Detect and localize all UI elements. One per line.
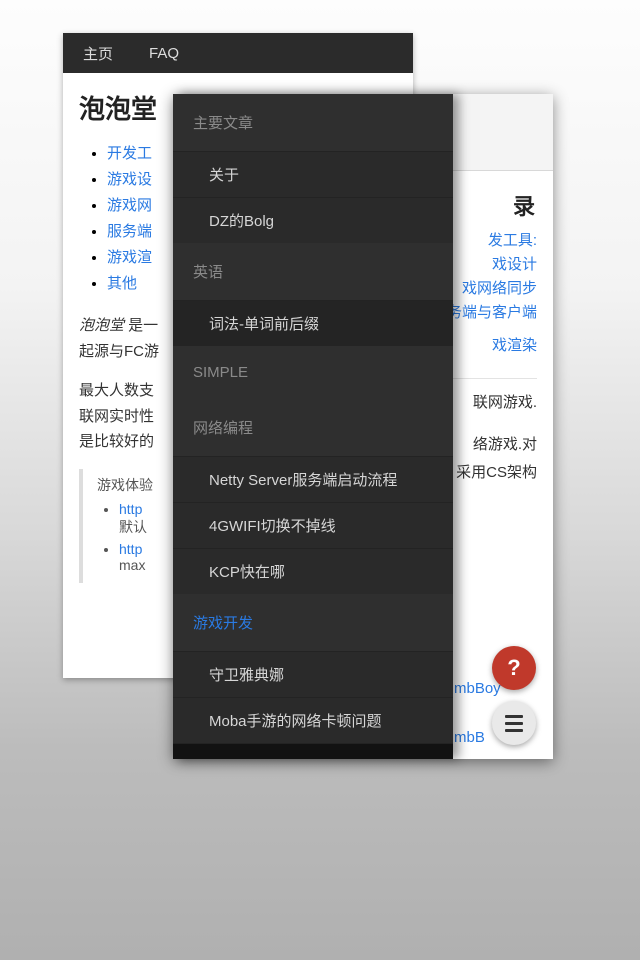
bq-title: 游戏体验: [97, 477, 153, 493]
toc-link[interactable]: 游戏网: [107, 197, 152, 214]
drawer-section-main: 主要文章: [173, 94, 453, 151]
text: 络游戏.对: [473, 436, 537, 453]
toc-link[interactable]: 服务端: [107, 223, 152, 240]
drawer-item-netty[interactable]: Netty Server服务端启动流程: [173, 456, 453, 502]
bq-link[interactable]: http: [119, 501, 142, 517]
nav-faq[interactable]: FAQ: [149, 45, 179, 62]
question-icon: ?: [507, 655, 520, 681]
front-toc-link[interactable]: 戏网络同步: [462, 280, 537, 297]
drawer-item-paopaotang[interactable]: 泡泡堂: [173, 743, 453, 759]
toc-link[interactable]: 其他: [107, 275, 137, 292]
text: 最大人数支: [79, 382, 154, 399]
emphasis: 泡泡堂: [79, 317, 128, 334]
text: 采用CS架构: [456, 464, 537, 481]
drawer-section-gamedev: 游戏开发: [173, 594, 453, 651]
hamburger-icon: [505, 729, 523, 732]
drawer-item-moba[interactable]: Moba手游的网络卡顿问题: [173, 697, 453, 743]
drawer-item-athena[interactable]: 守卫雅典娜: [173, 651, 453, 697]
drawer-section-network: 网络编程: [173, 399, 453, 456]
front-toc-link[interactable]: 发工具:: [488, 232, 537, 249]
text: 是比较好的: [79, 433, 154, 450]
text: 是一: [128, 317, 158, 334]
text: 联网实时性: [79, 408, 154, 425]
drawer-item-about[interactable]: 关于: [173, 151, 453, 197]
drawer-item-dzblog[interactable]: DZ的Bolg: [173, 197, 453, 243]
drawer-item-word-affix[interactable]: 词法-单词前后缀: [173, 300, 453, 346]
drawer-item-kcp[interactable]: KCP快在哪: [173, 548, 453, 594]
drawer-section-simple: SIMPLE: [173, 346, 453, 399]
hamburger-icon: [505, 722, 523, 725]
help-fab[interactable]: ?: [492, 646, 536, 690]
bq-link[interactable]: http: [119, 541, 142, 557]
drawer-item-4gwifi[interactable]: 4GWIFI切换不掉线: [173, 502, 453, 548]
toc-link[interactable]: 游戏渲: [107, 249, 152, 266]
front-toc-link[interactable]: 务端与客户端: [447, 304, 537, 321]
toc-link[interactable]: 游戏设: [107, 171, 152, 188]
link-snippet[interactable]: mbB: [454, 729, 485, 746]
back-nav: 主页 FAQ: [63, 33, 413, 73]
hamburger-icon: [505, 715, 523, 718]
sidebar-drawer: 主要文章 关于 DZ的Bolg 英语 词法-单词前后缀 SIMPLE 网络编程 …: [173, 94, 453, 759]
link-snippet[interactable]: mbBoy: [454, 680, 501, 697]
front-toc-link[interactable]: 戏设计: [492, 256, 537, 273]
toc-link[interactable]: 开发工: [107, 145, 152, 162]
front-toc-link[interactable]: 戏渲染: [492, 337, 537, 354]
nav-home[interactable]: 主页: [83, 43, 113, 64]
drawer-section-english: 英语: [173, 243, 453, 300]
menu-fab[interactable]: [492, 701, 536, 745]
text: 起源与FC游: [79, 343, 159, 360]
